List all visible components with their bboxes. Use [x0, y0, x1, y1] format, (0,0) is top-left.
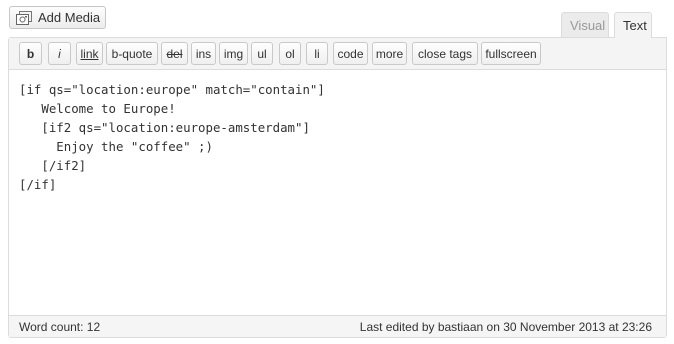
- ins-button[interactable]: ins: [191, 42, 216, 65]
- media-icon: [16, 10, 32, 25]
- tab-text[interactable]: Text: [614, 12, 652, 38]
- del-button[interactable]: del: [161, 42, 188, 65]
- status-bar: Word count: 12 Last edited by bastiaan o…: [9, 315, 666, 337]
- fullscreen-button[interactable]: fullscreen: [481, 42, 541, 65]
- italic-button[interactable]: i: [48, 42, 71, 65]
- tab-visual[interactable]: Visual: [561, 12, 609, 37]
- add-media-label: Add Media: [38, 10, 101, 25]
- editor-container: b i link b-quote del ins img ul ol li co…: [8, 37, 667, 338]
- editor-textarea[interactable]: [if qs="location:europe" match="contain"…: [19, 80, 649, 300]
- word-count: Word count: 12: [19, 319, 101, 334]
- img-button[interactable]: img: [219, 42, 248, 65]
- code-button[interactable]: code: [333, 42, 368, 65]
- li-button[interactable]: li: [306, 42, 328, 65]
- add-media-button[interactable]: Add Media: [9, 6, 106, 29]
- more-button[interactable]: more: [372, 42, 407, 65]
- blockquote-button[interactable]: b-quote: [106, 42, 158, 65]
- quicktags-toolbar: b i link b-quote del ins img ul ol li co…: [9, 38, 666, 70]
- last-edited: Last edited by bastiaan on 30 November 2…: [359, 319, 652, 334]
- link-button[interactable]: link: [76, 42, 103, 65]
- bold-button[interactable]: b: [19, 42, 42, 65]
- ol-button[interactable]: ol: [279, 42, 301, 65]
- ul-button[interactable]: ul: [251, 42, 273, 65]
- close-tags-button[interactable]: close tags: [412, 42, 478, 65]
